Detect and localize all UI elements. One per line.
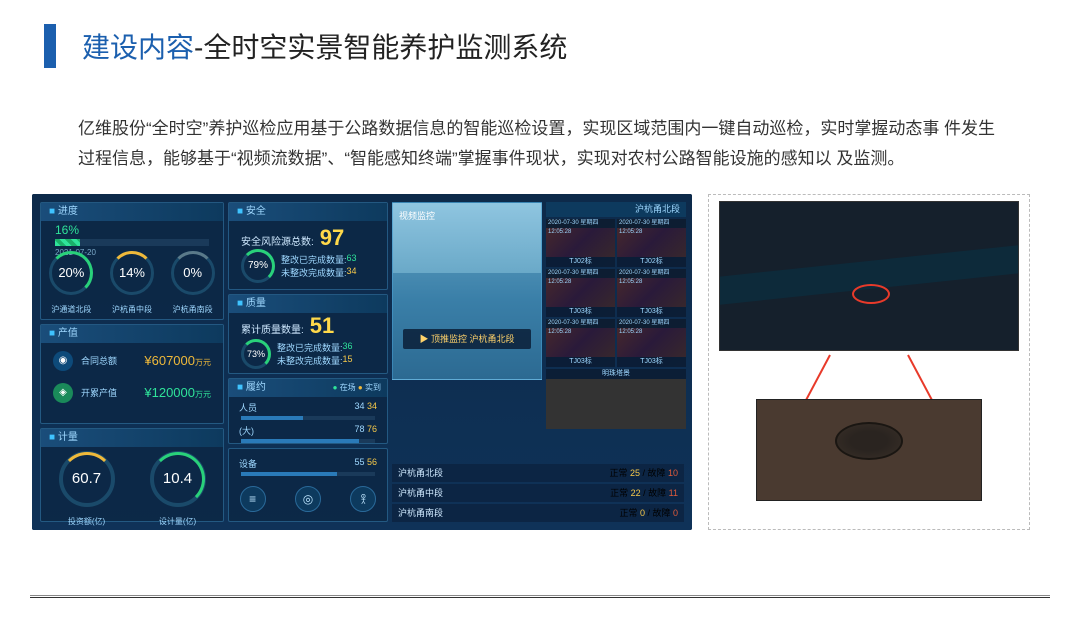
panel-quality: 质量 累计质量数量:51 73% 整改已完成数量:36 未整改完成数量:15 <box>228 294 388 374</box>
dashboard-screenshot: 进度 16% 2021-07-20 20%沪通道北段 14%沪杭甬中段 0%沪杭… <box>32 194 692 530</box>
scene-banner: ▶ 顶推监控 沪杭甬北段 <box>403 329 531 349</box>
panel-contract-2: 设备55 56 ≡ ◎ 𖨆 <box>228 448 388 522</box>
panel-plan: 计量 60.7投资额(亿) 10.4设计量(亿) <box>40 428 224 522</box>
status-row: 沪杭甬中段 正常 22 / 故障 11 <box>392 484 684 502</box>
scene-view: 视频监控 ▶ 顶推监控 沪杭甬北段 <box>392 202 542 380</box>
status-row: 沪杭甬北段 正常 25 / 故障 10 <box>392 464 684 482</box>
scene-header: 视频监控 <box>399 209 435 222</box>
content-row: 进度 16% 2021-07-20 20%沪通道北段 14%沪杭甬中段 0%沪杭… <box>0 174 1080 530</box>
detection-marker <box>852 284 890 304</box>
detection-diagram <box>708 194 1030 530</box>
panel-contract: 履约 ● 在场 ● 实到 人员34 34 (大)78 76 <box>228 378 388 444</box>
walk-icon[interactable]: 𖨆 <box>350 486 376 512</box>
accent-bar <box>44 24 56 68</box>
slide-header: 建设内容-全时空实景智能养护监测系统 <box>0 0 1080 68</box>
manhole-defect <box>835 422 903 460</box>
camera-icon[interactable]: ◎ <box>295 486 321 512</box>
slide-title: 建设内容-全时空实景智能养护监测系统 <box>82 26 567 66</box>
panel-progress: 进度 16% 2021-07-20 20%沪通道北段 14%沪杭甬中段 0%沪杭… <box>40 202 224 320</box>
panel-safety: 安全 安全风险源总数:97 79% 整改已完成数量:63 未整改完成数量:34 <box>228 202 388 290</box>
panel-title: 进度 <box>41 203 223 221</box>
person-icon: ◉ <box>53 351 73 371</box>
title-sub: 全时空实景智能养护监测系统 <box>203 32 567 63</box>
menu-icon[interactable]: ≡ <box>240 486 266 512</box>
status-row: 沪杭甬南段 正常 0 / 故障 0 <box>392 504 684 522</box>
video-grid: 沪杭甬北段 2020-07-30 星期四 12:05:28TJ02标 2020-… <box>546 202 686 432</box>
title-main: 建设内容 <box>82 32 194 63</box>
divider <box>30 597 1050 598</box>
map-view <box>719 201 1019 351</box>
detection-photo <box>756 399 982 501</box>
divider <box>30 595 1050 596</box>
progress-pct: 16% <box>55 223 209 237</box>
description-paragraph: 亿维股份“全时空”养护巡检应用基于公路数据信息的智能巡检设置，实现区域范围内一键… <box>0 68 1080 174</box>
building-icon: ◈ <box>53 383 73 403</box>
panel-output: 产值 ◉ 合同总额 ¥607000万元 ◈ 开累产值 ¥120000万元 <box>40 324 224 424</box>
title-sep: - <box>194 32 203 63</box>
